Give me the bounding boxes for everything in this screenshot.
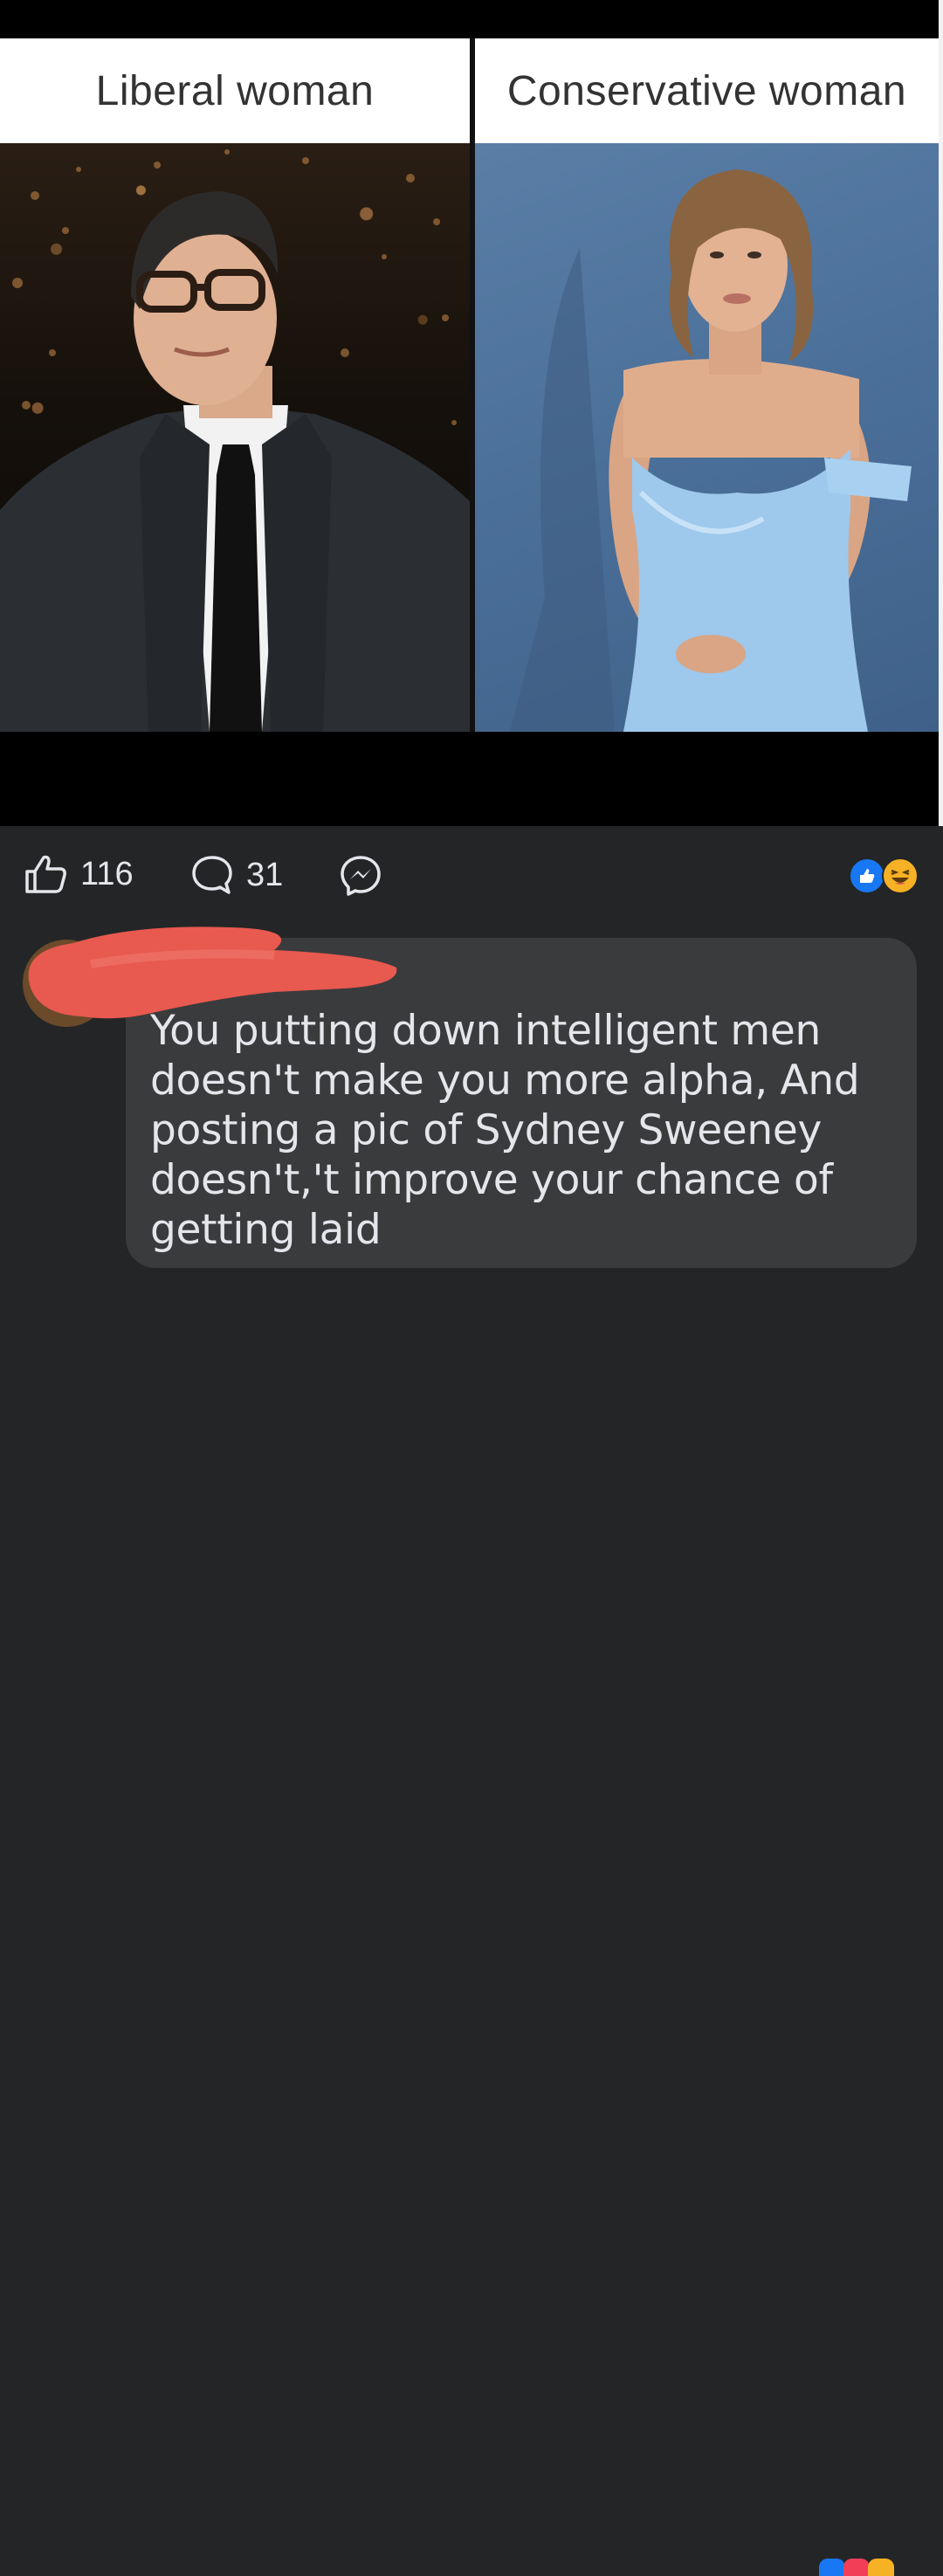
right-panel-label: Conservative woman <box>475 38 939 143</box>
image-bottom-border <box>0 732 939 826</box>
left-panel-label: Liberal woman <box>0 38 470 143</box>
thumbs-up-icon <box>24 854 68 894</box>
right-photo-woman-in-dress <box>475 143 939 732</box>
messenger-send-button[interactable] <box>339 854 382 898</box>
left-photo-man-in-suit <box>0 143 470 732</box>
haha-reaction-icon <box>882 858 919 894</box>
comment-bubble-icon <box>190 854 234 896</box>
messenger-icon <box>339 854 382 898</box>
image-right-edge <box>939 0 943 826</box>
comment-count: 31 <box>246 856 284 893</box>
comment-button[interactable]: 31 <box>190 854 283 896</box>
like-reaction-icon <box>849 858 885 894</box>
comment-text: You putting down intelligent men doesn't… <box>150 1007 860 1254</box>
image-top-border <box>0 0 943 38</box>
post-action-bar <box>0 826 943 922</box>
love-reaction-icon-small <box>843 2559 870 2576</box>
comment-actions-row <box>0 1280 943 2576</box>
like-button[interactable]: 116 <box>24 854 134 894</box>
post-image[interactable]: Liberal woman Conservative woman <box>0 0 943 826</box>
haha-reaction-icon-small <box>868 2559 894 2576</box>
reaction-summary[interactable] <box>849 858 919 894</box>
like-count: 116 <box>80 855 134 892</box>
like-reaction-icon-small <box>819 2559 845 2576</box>
